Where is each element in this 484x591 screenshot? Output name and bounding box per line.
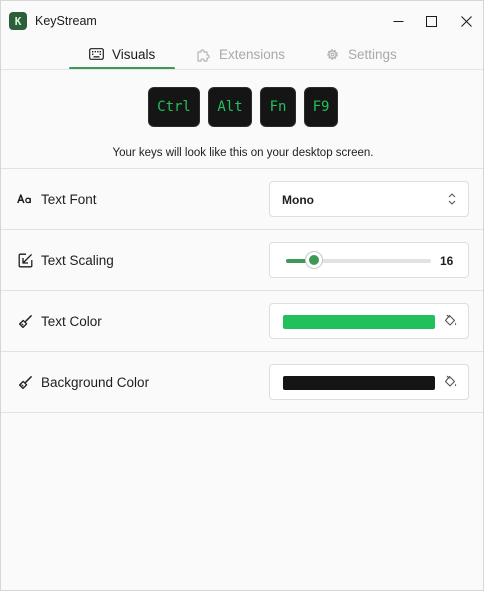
minimize-icon (393, 20, 403, 22)
text-color-swatch[interactable] (283, 315, 435, 329)
preview-caption: Your keys will look like this on your de… (112, 147, 374, 159)
gear-icon (324, 46, 340, 62)
key-preview: Ctrl Alt Fn F9 (148, 87, 346, 127)
slider-thumb[interactable] (305, 251, 323, 269)
puzzle-icon (195, 46, 211, 62)
key-preview-f9: F9 (304, 87, 338, 127)
brush-icon (17, 313, 33, 329)
tab-settings[interactable]: Settings (324, 43, 397, 65)
text-scaling-label: Text Scaling (41, 253, 114, 268)
close-button[interactable] (452, 9, 480, 33)
title-bar[interactable]: K KeyStream (1, 1, 483, 41)
background-color-label: Background Color (41, 375, 150, 390)
setting-row-text-font: Text Font Mono (1, 169, 483, 230)
tab-extensions[interactable]: Extensions (195, 43, 285, 65)
key-preview-alt: Alt (208, 87, 252, 127)
keyboard-icon (88, 46, 104, 62)
minimize-button[interactable] (384, 9, 412, 33)
key-preview-fn: Fn (260, 87, 296, 127)
resize-icon (17, 252, 33, 268)
brush-icon (17, 374, 33, 390)
background-color-picker[interactable] (269, 364, 469, 400)
maximize-button[interactable] (417, 9, 445, 33)
window-title: KeyStream (35, 14, 97, 28)
app-logo-icon: K (9, 12, 27, 30)
tab-settings-label: Settings (348, 46, 397, 62)
chevron-up-down-icon (448, 193, 456, 205)
tab-bar: Visuals Extensions Settings (1, 39, 483, 70)
app-logo-letter: K (14, 14, 22, 28)
background-color-swatch[interactable] (283, 376, 435, 390)
text-color-picker[interactable] (269, 303, 469, 339)
font-icon (17, 191, 33, 207)
text-scaling-slider[interactable]: 16 (269, 242, 469, 278)
setting-row-text-color: Text Color (1, 291, 483, 352)
close-icon (460, 15, 472, 27)
setting-row-text-scaling: Text Scaling 16 (1, 230, 483, 291)
slider-value: 16 (440, 254, 454, 268)
text-font-label: Text Font (41, 192, 97, 207)
tab-visuals[interactable]: Visuals (88, 43, 155, 65)
text-color-label: Text Color (41, 314, 102, 329)
maximize-icon (425, 15, 437, 27)
setting-row-background-color: Background Color (1, 352, 483, 413)
key-preview-ctrl: Ctrl (148, 87, 200, 127)
tabs-divider (1, 69, 483, 70)
paint-bucket-icon[interactable] (444, 314, 458, 328)
font-select[interactable]: Mono (269, 181, 469, 217)
row-divider (1, 412, 483, 413)
paint-bucket-icon[interactable] (444, 375, 458, 389)
tab-visuals-label: Visuals (112, 46, 156, 62)
tab-extensions-label: Extensions (219, 46, 286, 62)
font-select-value: Mono (282, 193, 314, 207)
